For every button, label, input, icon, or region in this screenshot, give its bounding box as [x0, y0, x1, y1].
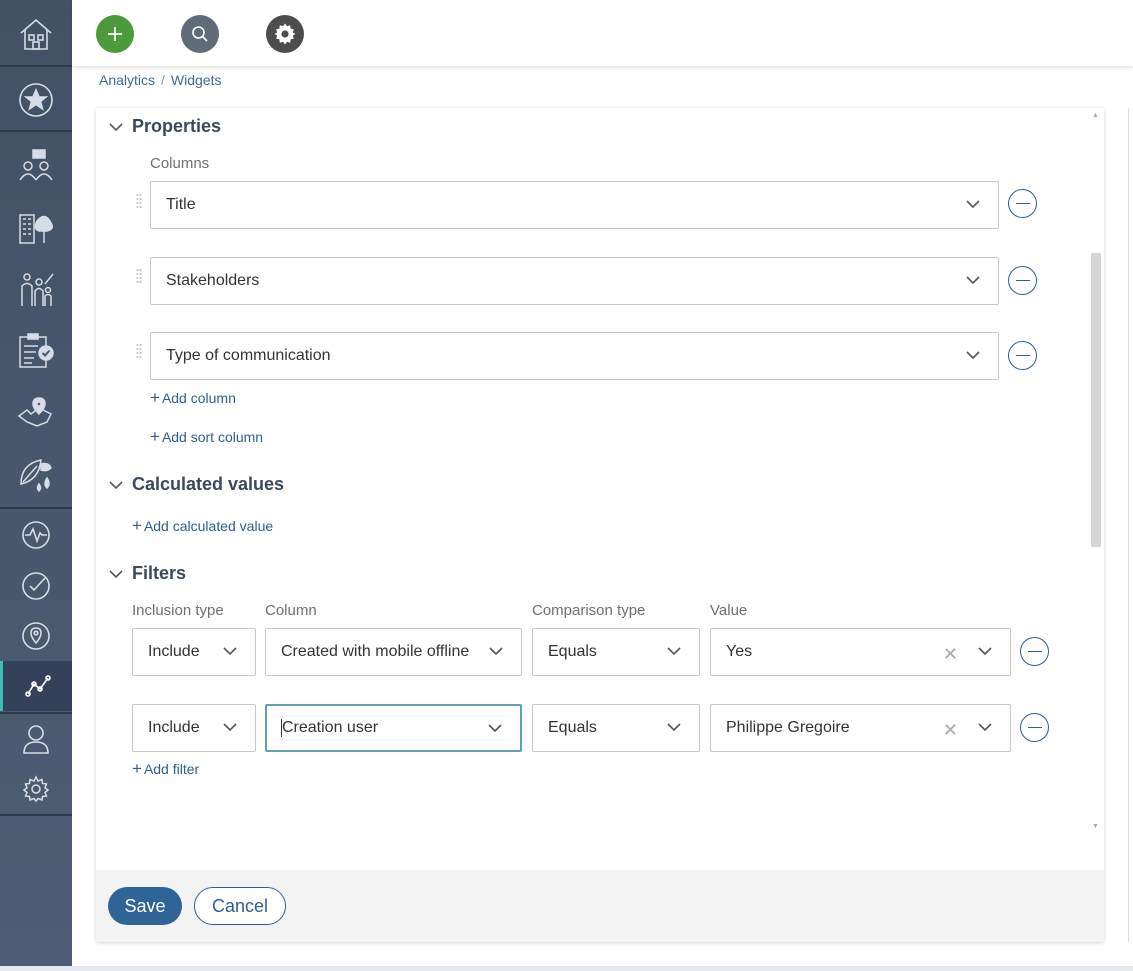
home-icon[interactable]	[0, 6, 72, 62]
add-filter-link[interactable]: + Add filter	[132, 759, 199, 779]
chevron-down-icon	[489, 647, 503, 656]
properties-title: Properties	[132, 116, 222, 136]
remove-column-button[interactable]	[1008, 341, 1037, 370]
settings-icon[interactable]	[0, 766, 72, 812]
chevron-down-icon	[109, 122, 123, 131]
inclusion-type-select[interactable]: Include	[132, 704, 256, 752]
column-select[interactable]: Title	[150, 181, 999, 229]
sidebar	[0, 0, 72, 966]
chevron-down-icon	[488, 724, 502, 733]
check-circle-icon[interactable]	[0, 563, 72, 609]
search-icon	[192, 26, 208, 42]
clear-icon[interactable]: ✕	[943, 644, 958, 665]
value-select[interactable]: Yes ✕	[710, 628, 1011, 676]
column-select[interactable]: Type of communication	[150, 332, 999, 380]
columns-label: Columns	[150, 155, 210, 172]
scroll-up-arrow[interactable]: ▲	[1092, 112, 1099, 119]
chevron-down-icon	[667, 723, 681, 732]
save-button[interactable]: Save	[108, 887, 182, 925]
inclusion-type-select[interactable]: Include	[132, 628, 256, 676]
settings-button[interactable]	[266, 15, 304, 53]
star-icon[interactable]	[0, 72, 72, 128]
filters-section-toggle[interactable]: Filters	[108, 563, 186, 584]
comparison-type-header: Comparison type	[532, 602, 646, 619]
remove-filter-button[interactable]	[1020, 637, 1049, 666]
drag-handle-icon[interactable]	[136, 268, 142, 286]
chevron-down-icon	[966, 351, 980, 360]
chevron-down-icon	[978, 647, 992, 656]
stakeholders-icon[interactable]	[0, 140, 72, 190]
map-pin-region-icon[interactable]	[0, 388, 72, 438]
buildings-icon[interactable]	[0, 202, 72, 252]
breadcrumb-analytics[interactable]: Analytics	[99, 72, 155, 88]
add-calculated-value-link[interactable]: + Add calculated value	[132, 516, 273, 536]
inclusion-type-header: Inclusion type	[132, 602, 224, 619]
remove-filter-button[interactable]	[1020, 713, 1049, 742]
activity-icon[interactable]	[0, 512, 72, 558]
add-sort-column-link[interactable]: + Add sort column	[150, 427, 263, 447]
comparison-type-select[interactable]: Equals	[532, 704, 700, 752]
filters-title: Filters	[132, 563, 187, 583]
filter-column-select[interactable]: Created with mobile offline	[265, 628, 522, 676]
drag-handle-icon[interactable]	[136, 343, 142, 361]
chevron-down-icon	[966, 200, 980, 209]
filter-column-select[interactable]: Creation user	[265, 704, 522, 752]
chevron-down-icon	[109, 569, 123, 578]
location-icon[interactable]	[0, 613, 72, 659]
remove-column-button[interactable]	[1008, 266, 1037, 295]
properties-section-toggle[interactable]: Properties	[108, 116, 221, 137]
chevron-down-icon	[978, 723, 992, 732]
breadcrumb-widgets[interactable]: Widgets	[171, 72, 222, 88]
value-select[interactable]: Philippe Gregoire ✕	[710, 704, 1011, 752]
checklist-icon[interactable]	[0, 326, 72, 376]
add-column-link[interactable]: + Add column	[150, 388, 236, 408]
calculated-values-section-toggle[interactable]: Calculated values	[108, 474, 284, 495]
column-select[interactable]: Stakeholders	[150, 257, 999, 305]
comparison-type-select[interactable]: Equals	[532, 628, 700, 676]
clear-icon[interactable]: ✕	[943, 720, 958, 741]
search-button[interactable]	[181, 15, 219, 53]
top-bar	[72, 0, 1133, 66]
gear-icon	[274, 23, 296, 45]
chevron-down-icon	[109, 480, 123, 489]
cancel-button[interactable]: Cancel	[194, 887, 286, 925]
plus-icon	[108, 27, 122, 41]
chevron-down-icon	[966, 276, 980, 285]
remove-column-button[interactable]	[1008, 189, 1037, 218]
chevron-down-icon	[667, 647, 681, 656]
user-icon[interactable]	[0, 716, 72, 762]
breadcrumb: Analytics / Widgets	[99, 72, 222, 88]
value-header: Value	[710, 602, 748, 619]
chevron-down-icon	[223, 723, 237, 732]
calculated-values-title: Calculated values	[132, 474, 285, 494]
chevron-down-icon	[223, 647, 237, 656]
scrollbar-thumb[interactable]	[1091, 253, 1101, 547]
column-header: Column	[265, 602, 317, 619]
drag-handle-icon[interactable]	[136, 193, 142, 211]
people-icon[interactable]	[0, 264, 72, 314]
leaf-water-icon[interactable]	[0, 450, 72, 500]
analytics-icon[interactable]	[0, 661, 72, 711]
add-button[interactable]	[96, 15, 134, 53]
scroll-down-arrow[interactable]: ▼	[1092, 823, 1099, 830]
